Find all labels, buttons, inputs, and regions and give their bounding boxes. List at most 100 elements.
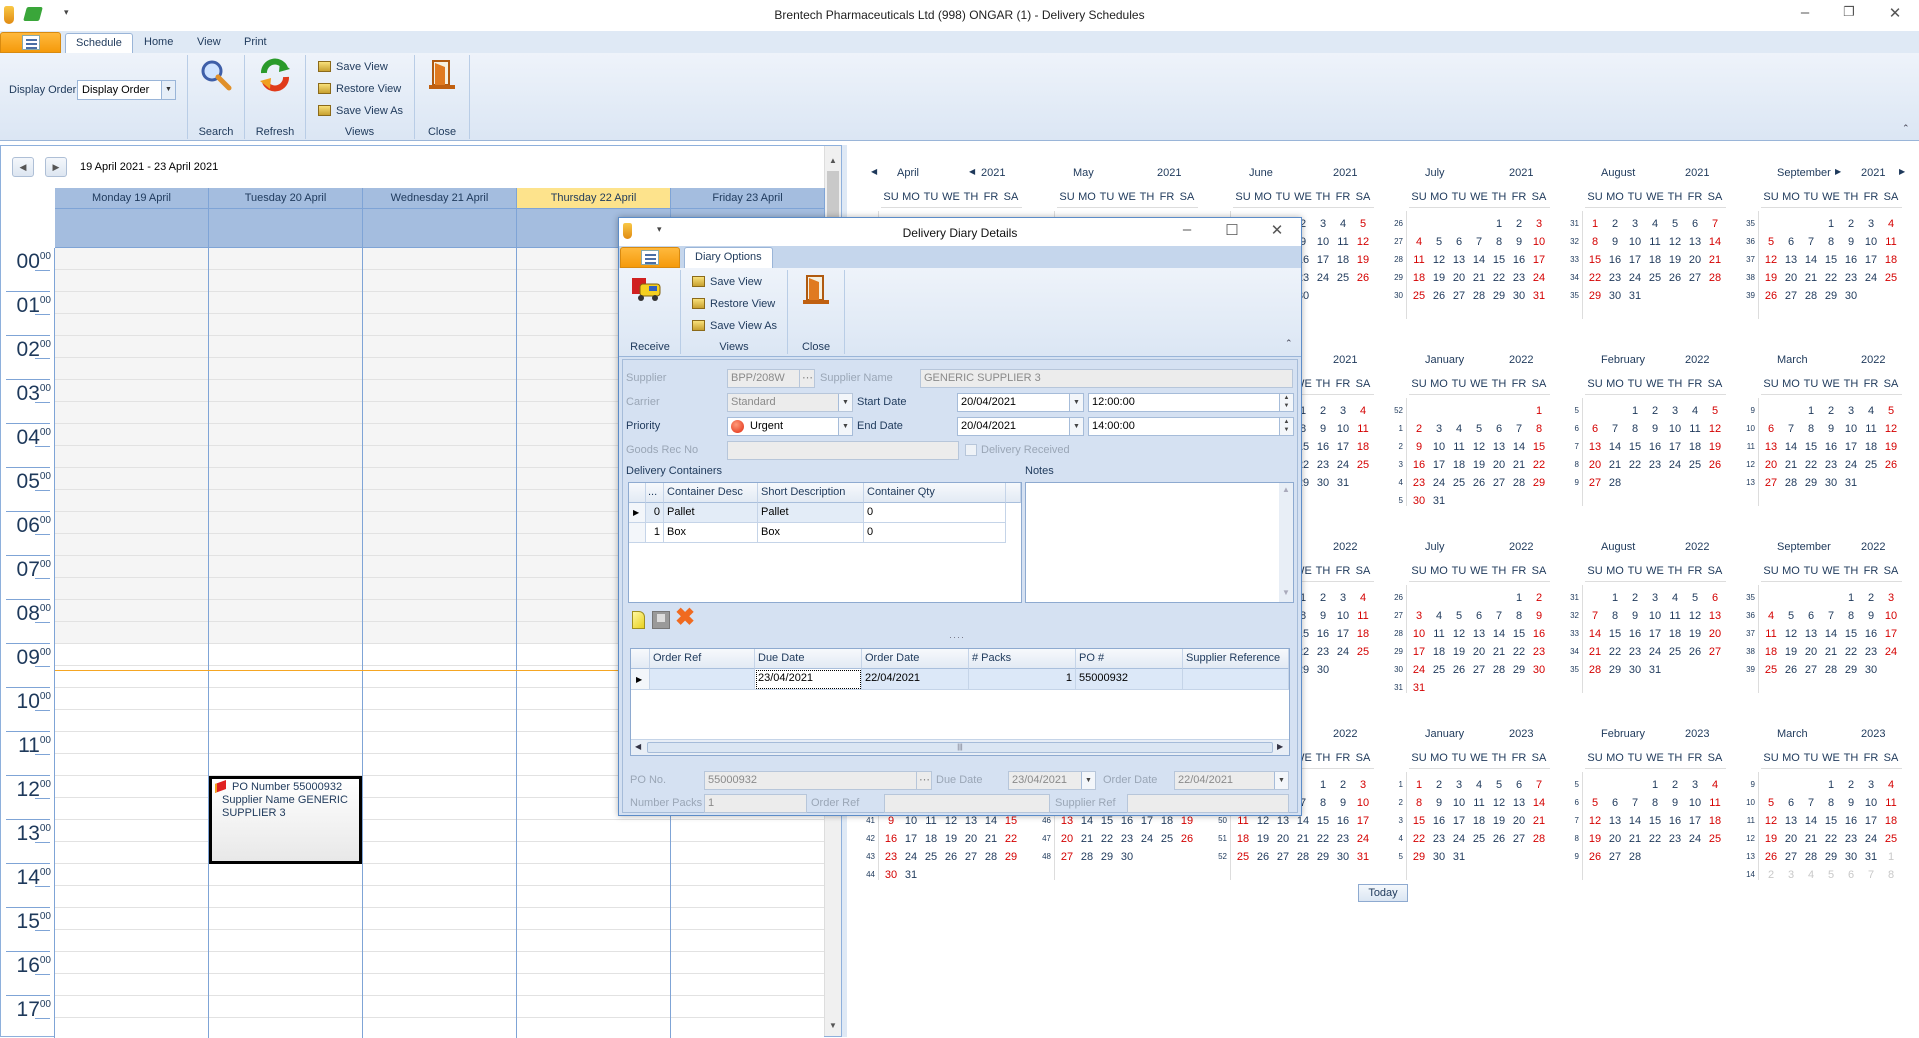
calendar-day[interactable]: 9 [1841, 794, 1861, 812]
calendar-day[interactable]: 26 [1685, 643, 1705, 661]
calendar-day[interactable]: 14 [1529, 794, 1549, 812]
time-slot[interactable] [363, 534, 517, 556]
time-slot[interactable] [671, 820, 824, 842]
time-slot[interactable] [363, 952, 517, 974]
calendar-day[interactable]: 9 [1529, 607, 1549, 625]
time-slot[interactable] [55, 270, 209, 292]
calendar-day[interactable]: 25 [1233, 848, 1253, 866]
calendar-day[interactable]: 31 [1645, 661, 1665, 679]
containers-grid[interactable]: ... Container Desc Short Description Con… [628, 482, 1022, 603]
time-slot[interactable] [671, 908, 824, 930]
year-label[interactable]: 2022 [1685, 541, 1709, 553]
time-slot[interactable] [55, 490, 209, 512]
calendar-day[interactable]: 11 [1409, 251, 1429, 269]
calendar-day[interactable]: 18 [1861, 438, 1881, 456]
start-time-field[interactable]: 12:00:00 ▲ ▼ [1088, 393, 1294, 412]
month-calendar[interactable]: February 2023 SU MO TU WE TH FR SA 5 1 2 3 4 6 5 6 7 8 9 10 1… [1563, 728, 1733, 908]
time-slot[interactable] [671, 1018, 824, 1038]
calendar-day[interactable]: 23 [1429, 830, 1449, 848]
month-calendar[interactable]: January 2022 SU MO TU WE TH FR SA 52 1 1 2 3 4 5 6 7 8 2 9 10… [1387, 354, 1557, 534]
appointment[interactable]: PO Number 55000932 Supplier Name GENERIC … [209, 776, 362, 864]
calendar-day[interactable]: 16 [1861, 625, 1881, 643]
calendar-day[interactable]: 5 [1761, 794, 1781, 812]
month-name[interactable]: August [1601, 541, 1635, 553]
calendar-day[interactable]: 3 [1861, 776, 1881, 794]
calendar-day[interactable]: 28 [1781, 474, 1801, 492]
month-calendar[interactable]: July 2022 SU MO TU WE TH FR SA 26 1 2 27 3 4 5 6 7 8 9 28 10 1… [1387, 541, 1557, 721]
calendar-day[interactable]: 8 [1529, 420, 1549, 438]
calendar-day[interactable]: 18 [1409, 269, 1429, 287]
calendar-day[interactable]: 11 [1861, 420, 1881, 438]
calendar-day[interactable]: 5 [1449, 607, 1469, 625]
calendar-day[interactable]: 13 [1585, 438, 1605, 456]
time-slot[interactable] [209, 688, 363, 710]
calendar-day[interactable]: 12 [1489, 794, 1509, 812]
calendar-day[interactable]: 2 [1605, 215, 1625, 233]
cell-container-qty[interactable]: 0 [864, 523, 1006, 543]
calendar-day[interactable]: 17 [1685, 812, 1705, 830]
calendar-day[interactable]: 4 [1685, 402, 1705, 420]
calendar-day[interactable]: 30 [1333, 848, 1353, 866]
time-slot[interactable] [209, 380, 363, 402]
calendar-day[interactable]: 10 [1529, 233, 1549, 251]
time-slot[interactable] [55, 600, 209, 622]
time-slot[interactable] [55, 776, 209, 798]
spin-up-down-icon[interactable]: ▲ ▼ [1279, 394, 1293, 411]
calendar-day[interactable]: 29 [1605, 661, 1625, 679]
calendar-day[interactable]: 27 [1801, 661, 1821, 679]
calendar-day[interactable]: 22 [1801, 456, 1821, 474]
calendar-day[interactable]: 20 [1781, 269, 1801, 287]
calendar-day[interactable]: 7 [1529, 776, 1549, 794]
calendar-day[interactable]: 30 [881, 866, 901, 884]
calendar-day[interactable]: 3 [1781, 866, 1801, 884]
calendar-day[interactable]: 12 [1469, 438, 1489, 456]
calendar-day[interactable]: 18 [1761, 643, 1781, 661]
calendar-day[interactable]: 3 [1665, 402, 1685, 420]
calendar-day[interactable]: 6 [1605, 794, 1625, 812]
time-slot[interactable] [55, 314, 209, 336]
calendar-day[interactable]: 6 [1585, 420, 1605, 438]
save-view-button[interactable]: Save View [318, 61, 388, 73]
time-slot[interactable] [517, 864, 671, 886]
calendar-day[interactable]: 17 [1645, 625, 1665, 643]
calendar-day[interactable]: 29 [1409, 848, 1429, 866]
calendar-day[interactable]: 9 [1333, 794, 1353, 812]
calendar-day[interactable]: 23 [1409, 474, 1429, 492]
column-header-container-qty[interactable]: Container Qty [864, 483, 1006, 503]
calendar-day[interactable]: 23 [1625, 643, 1645, 661]
calendar-day[interactable]: 24 [1333, 643, 1353, 661]
order-date-field[interactable]: 22/04/2021 ▼ [1174, 771, 1289, 790]
month-name[interactable]: February [1601, 728, 1645, 740]
calendar-day[interactable]: 26 [1705, 456, 1725, 474]
calendar-day[interactable]: 31 [901, 866, 921, 884]
calendar-day[interactable]: 6 [1781, 794, 1801, 812]
calendar-day[interactable]: 23 [1605, 269, 1625, 287]
time-slot[interactable] [517, 820, 671, 842]
time-slot[interactable] [363, 732, 517, 754]
time-slot[interactable] [363, 314, 517, 336]
time-slot[interactable] [209, 534, 363, 556]
calendar-day[interactable]: 18 [1429, 643, 1449, 661]
calendar-day[interactable]: 21 [1801, 830, 1821, 848]
time-slot[interactable] [209, 248, 363, 270]
year-label[interactable]: 2022 [1333, 541, 1357, 553]
calendar-day[interactable]: 25 [1449, 474, 1469, 492]
delete-x-icon[interactable]: ✖ [675, 606, 695, 630]
cell-container-qty[interactable]: 0 [864, 503, 1006, 523]
time-slot[interactable] [517, 1018, 671, 1038]
time-slot[interactable] [363, 908, 517, 930]
calendar-day[interactable]: 7 [1801, 233, 1821, 251]
time-slot[interactable] [209, 424, 363, 446]
calendar-day[interactable]: 15 [1625, 438, 1645, 456]
time-slot[interactable] [55, 622, 209, 644]
time-slot[interactable] [209, 292, 363, 314]
calendar-day[interactable]: 19 [1685, 625, 1705, 643]
calendar-day[interactable]: 21 [1605, 456, 1625, 474]
calendar-day[interactable]: 24 [1685, 830, 1705, 848]
time-slot[interactable] [363, 490, 517, 512]
calendar-day[interactable]: 15 [1605, 625, 1625, 643]
month-name[interactable]: September [1777, 167, 1831, 179]
calendar-day[interactable]: 26 [1761, 287, 1781, 305]
time-slot[interactable] [209, 490, 363, 512]
calendar-day[interactable]: 21 [1469, 269, 1489, 287]
